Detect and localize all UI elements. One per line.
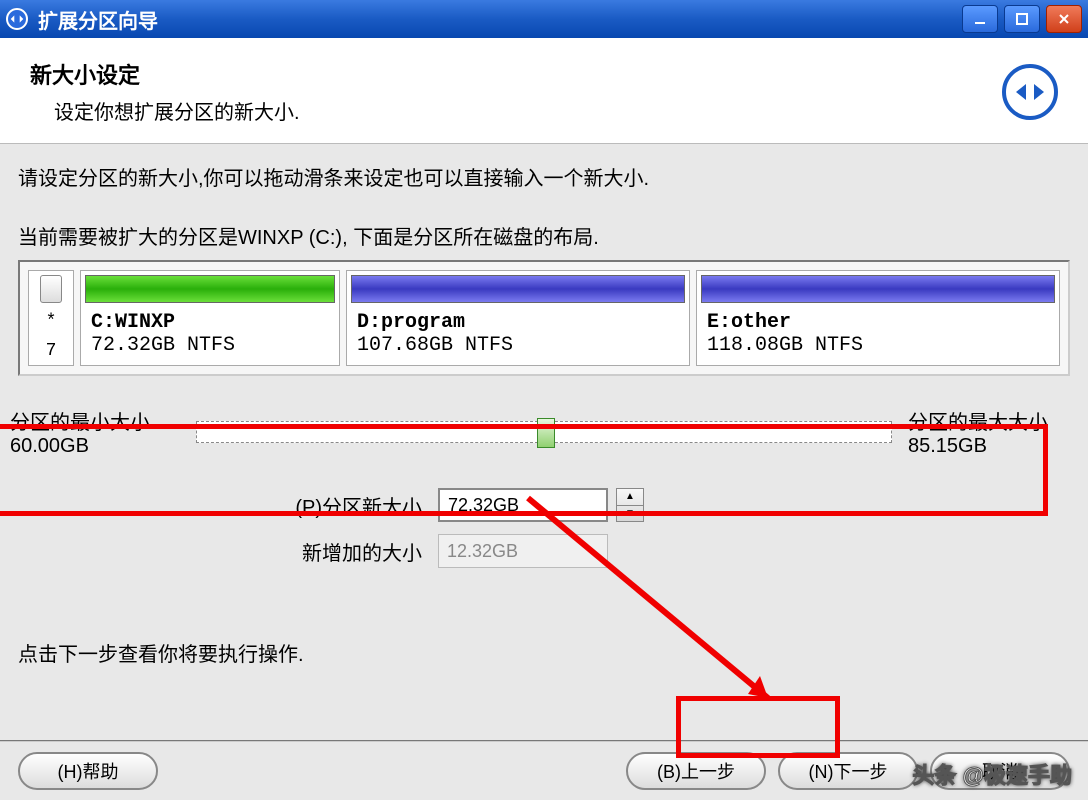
partition-size: 107.68GB NTFS bbox=[347, 334, 689, 357]
app-icon bbox=[6, 8, 28, 30]
close-button[interactable] bbox=[1046, 5, 1082, 33]
instruction-text: 请设定分区的新大小,你可以拖动滑条来设定也可以直接输入一个新大小. bbox=[18, 162, 1070, 191]
partition-c[interactable]: C:WINXP 72.32GB NTFS bbox=[80, 270, 340, 366]
minimize-button[interactable] bbox=[962, 5, 998, 33]
disk-layout: * 7 C:WINXP 72.32GB NTFS D:program 107.6… bbox=[18, 260, 1070, 376]
size-slider[interactable] bbox=[196, 421, 892, 443]
partition-bar bbox=[351, 275, 685, 303]
partition-label: E:other bbox=[697, 307, 1059, 334]
partition-size: 72.32GB NTFS bbox=[81, 334, 339, 357]
size-stepper[interactable]: ▲ ▼ bbox=[616, 488, 644, 522]
stepper-down-icon[interactable]: ▼ bbox=[617, 506, 643, 522]
new-size-label: (P)分区新大小 bbox=[18, 491, 438, 520]
disk-header: * 7 bbox=[28, 270, 74, 366]
partition-size: 118.08GB NTFS bbox=[697, 334, 1059, 357]
current-partition-text: 当前需要被扩大的分区是WINXP (C:), 下面是分区所在磁盘的布局. bbox=[18, 221, 1070, 250]
partition-label: D:program bbox=[347, 307, 689, 334]
footer-note: 点击下一步查看你将要执行操作. bbox=[18, 638, 1070, 667]
partition-e[interactable]: E:other 118.08GB NTFS bbox=[696, 270, 1060, 366]
wizard-button-bar: (H)帮助 (B)上一步 (N)下一步 取消 bbox=[0, 740, 1088, 800]
page-heading: 新大小设定 bbox=[30, 58, 1002, 90]
stepper-up-icon[interactable]: ▲ bbox=[617, 489, 643, 506]
next-button[interactable]: (N)下一步 bbox=[778, 752, 918, 790]
max-size-label: 分区的最大大小 85.15GB bbox=[908, 406, 1078, 458]
maximize-button[interactable] bbox=[1004, 5, 1040, 33]
page-subheading: 设定你想扩展分区的新大小. bbox=[54, 96, 1002, 125]
titlebar: 扩展分区向导 bbox=[0, 0, 1088, 38]
disk-icon bbox=[40, 275, 62, 303]
added-size-label: 新增加的大小 bbox=[18, 537, 438, 566]
wizard-content: 请设定分区的新大小,你可以拖动滑条来设定也可以直接输入一个新大小. 当前需要被扩… bbox=[0, 144, 1088, 695]
size-fields: (P)分区新大小 ▲ ▼ 新增加的大小 bbox=[18, 488, 1070, 568]
added-size-display bbox=[438, 534, 608, 568]
new-size-input[interactable] bbox=[438, 488, 608, 522]
resize-arrows-icon bbox=[1002, 64, 1058, 120]
partition-bar bbox=[85, 275, 335, 303]
min-size-label: 分区的最小大小 60.00GB bbox=[10, 406, 180, 458]
wizard-header: 新大小设定 设定你想扩展分区的新大小. bbox=[0, 38, 1088, 144]
window-title: 扩展分区向导 bbox=[38, 5, 962, 34]
partition-d[interactable]: D:program 107.68GB NTFS bbox=[346, 270, 690, 366]
back-button[interactable]: (B)上一步 bbox=[626, 752, 766, 790]
window-buttons bbox=[962, 5, 1082, 33]
cancel-button[interactable]: 取消 bbox=[930, 752, 1070, 790]
size-slider-row: 分区的最小大小 60.00GB 分区的最大大小 85.15GB bbox=[10, 398, 1078, 466]
help-button[interactable]: (H)帮助 bbox=[18, 752, 158, 790]
slider-thumb[interactable] bbox=[537, 418, 555, 448]
partition-bar bbox=[701, 275, 1055, 303]
partition-label: C:WINXP bbox=[81, 307, 339, 334]
